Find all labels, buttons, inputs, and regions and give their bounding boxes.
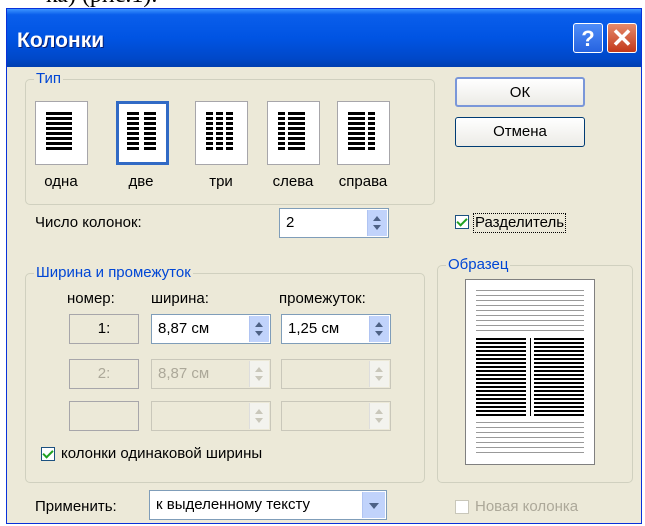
width-spacing-legend: Ширина и промежуток [34, 264, 193, 282]
ok-label: ОК [509, 84, 531, 101]
apply-value: к выделенному тексту [156, 496, 311, 513]
apply-label: Применить: [35, 498, 117, 515]
preset-two-label: две [128, 173, 154, 190]
preset-right[interactable] [337, 101, 390, 165]
three-columns-icon [206, 112, 233, 150]
spacing-field [281, 401, 391, 431]
preset-three-columns[interactable] [195, 101, 248, 165]
width-field [151, 401, 271, 431]
spacing-field [281, 359, 391, 389]
spacing-field[interactable]: 1,25 см [281, 314, 391, 344]
width-spinner [249, 403, 269, 429]
spacing-spinner [369, 403, 389, 429]
spacing-spinner [369, 361, 389, 387]
preview-separator [530, 338, 531, 416]
preset-right-label: справа [338, 173, 388, 190]
left-column-icon [278, 112, 305, 150]
dialog-title: Колонки [17, 29, 105, 52]
cancel-button[interactable]: Отмена [455, 117, 585, 147]
columns-dialog: Колонки ? ✕ Тип одна две три слева справ… [6, 8, 642, 524]
help-button[interactable]: ? [573, 23, 603, 53]
separator-checkbox[interactable] [455, 215, 469, 229]
preset-left-label: слева [272, 173, 314, 190]
close-button[interactable]: ✕ [607, 23, 637, 53]
preview-right-column [534, 338, 584, 416]
new-column-checkbox [455, 500, 469, 514]
one-column-icon [46, 112, 72, 150]
num-columns-field[interactable]: 2 [279, 208, 389, 238]
num-columns-label: Число колонок: [35, 214, 142, 231]
preset-one-column[interactable] [35, 101, 88, 165]
preset-three-label: три [209, 173, 233, 190]
preview-left-column [476, 338, 526, 416]
row-number: 1: [69, 314, 139, 344]
width-spinner [249, 361, 269, 387]
type-group-legend: Тип [34, 70, 64, 88]
title-bar: Колонки ? ✕ [7, 9, 641, 67]
two-columns-icon [127, 112, 156, 150]
header-width: ширина: [151, 290, 209, 307]
right-column-icon [348, 112, 375, 150]
width-field[interactable]: 8,87 см [151, 314, 271, 344]
new-column-label: Новая колонка [475, 498, 579, 515]
width-spinner[interactable] [249, 316, 269, 342]
header-spacing: промежуток: [279, 290, 366, 307]
preview-page [465, 279, 595, 465]
row-number: 2: [69, 359, 139, 389]
equal-width-label[interactable]: колонки одинаковой ширины [61, 445, 262, 463]
num-columns-spinner[interactable] [367, 210, 387, 236]
num-columns-value: 2 [286, 214, 295, 231]
row-number [69, 401, 139, 431]
preset-left[interactable] [267, 101, 320, 165]
ok-button[interactable]: ОК [455, 77, 585, 107]
header-number: номер: [67, 290, 115, 307]
apply-dropdown[interactable]: к выделенному тексту [149, 490, 387, 520]
cancel-label: Отмена [493, 123, 547, 140]
width-field: 8,87 см [151, 359, 271, 389]
preset-one-label: одна [44, 173, 78, 190]
preview-legend: Образец [446, 256, 511, 274]
separator-label[interactable]: Разделитель [473, 213, 567, 233]
close-icon: ✕ [611, 23, 633, 53]
equal-width-checkbox[interactable] [41, 447, 55, 461]
spacing-spinner[interactable] [369, 316, 389, 342]
help-icon: ? [581, 26, 595, 51]
preset-two-columns[interactable] [116, 101, 169, 165]
chevron-down-icon[interactable] [362, 492, 385, 518]
